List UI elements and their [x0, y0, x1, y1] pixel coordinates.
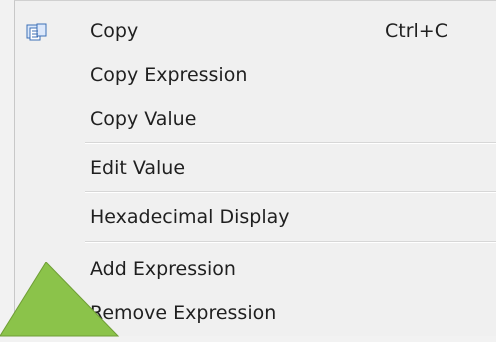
menu-label-hexadecimal-display: Hexadecimal Display: [90, 206, 290, 228]
menu-label-copy-value: Copy Value: [90, 108, 197, 130]
menu-item-add-expression[interactable]: Add Expression: [15, 251, 496, 287]
menu-item-hexadecimal-display[interactable]: Hexadecimal Display: [15, 199, 496, 235]
menu-item-copy-expression[interactable]: Copy Expression: [15, 57, 496, 93]
menu-separator: [85, 241, 496, 243]
menu-item-edit-value[interactable]: Edit Value: [15, 150, 496, 186]
menu-label-copy-expression: Copy Expression: [90, 64, 248, 86]
menu-label-add-expression: Add Expression: [90, 258, 236, 280]
menu-separator: [85, 191, 496, 193]
menu-label-edit-value: Edit Value: [90, 157, 186, 179]
menu-item-copy-value[interactable]: Copy Value: [15, 101, 496, 137]
menu-item-remove-expression[interactable]: Remove Expression: [15, 295, 496, 331]
menu-item-copy[interactable]: Copy Ctrl+C: [15, 13, 496, 49]
copy-icon: [26, 23, 47, 41]
menu-label-copy: Copy: [90, 20, 139, 42]
menu-shortcut-copy: Ctrl+C: [385, 20, 448, 42]
menu-separator: [85, 142, 496, 144]
menu-label-remove-expression: Remove Expression: [90, 302, 277, 324]
context-menu: Copy Ctrl+C Copy Expression Copy Value E…: [14, 0, 496, 336]
